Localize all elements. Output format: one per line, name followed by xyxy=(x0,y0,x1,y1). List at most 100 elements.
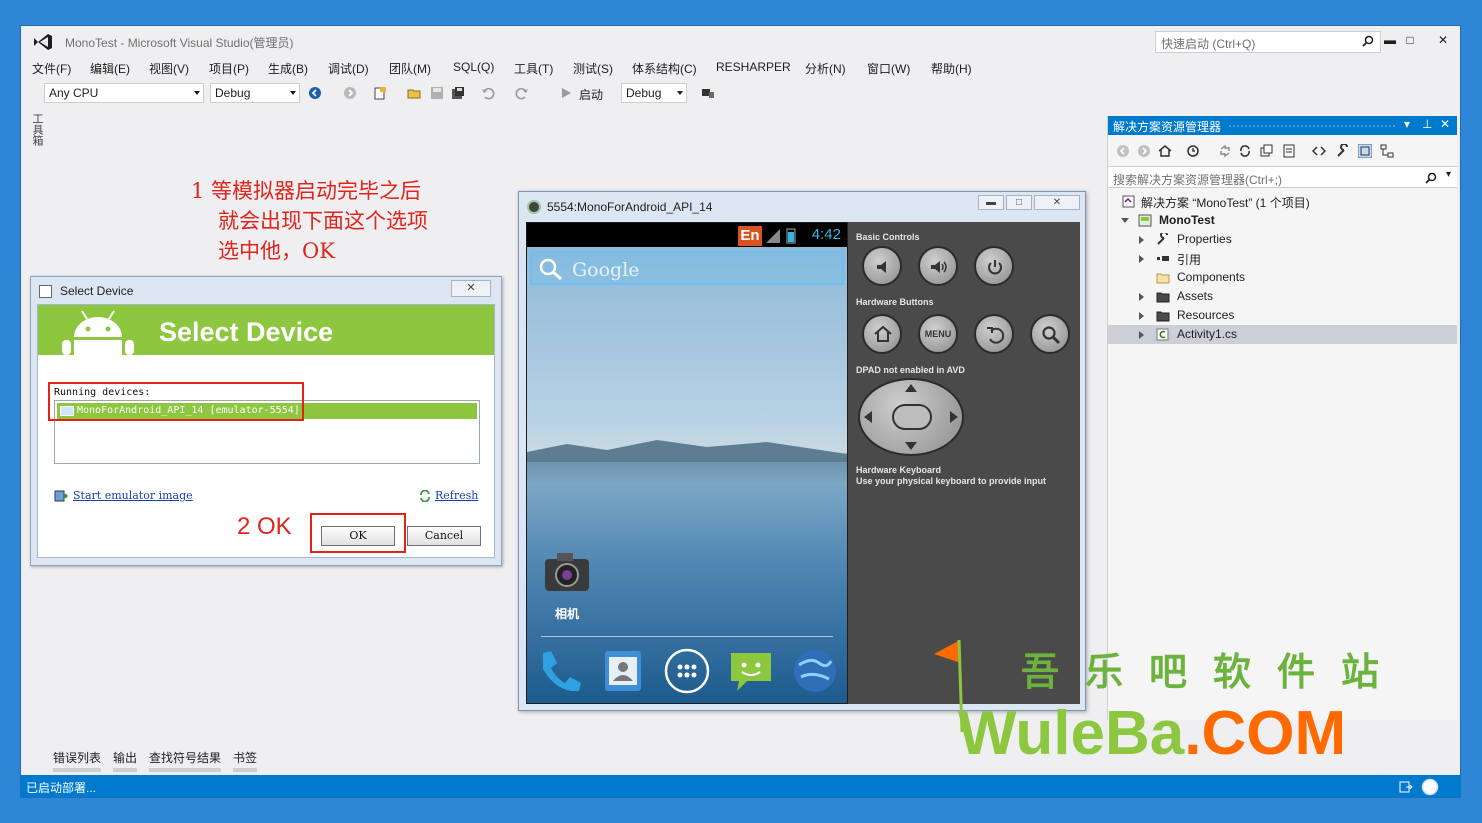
menu-test[interactable]: 测试(S) xyxy=(573,60,613,77)
menu-button[interactable]: MENU xyxy=(918,314,958,354)
phone-icon[interactable] xyxy=(535,647,583,695)
menu-help[interactable]: 帮助(H) xyxy=(931,60,972,77)
menu-analyze[interactable]: 分析(N) xyxy=(805,60,846,77)
menu-edit[interactable]: 编辑(E) xyxy=(90,60,130,77)
properties-wrench-icon[interactable] xyxy=(1336,144,1350,158)
menu-file[interactable]: 文件(F) xyxy=(32,60,71,77)
back-button[interactable] xyxy=(974,314,1014,354)
visual-studio-logo-icon xyxy=(34,34,52,50)
menu-debug[interactable]: 调试(D) xyxy=(328,60,369,77)
minimize-button[interactable]: ▬ xyxy=(1380,31,1400,49)
android-screen[interactable]: En 4:42 Google 相机 xyxy=(527,223,847,703)
menu-sql[interactable]: SQL(Q) xyxy=(453,60,494,74)
save-icon[interactable] xyxy=(430,86,444,100)
navigate-forward-icon[interactable] xyxy=(343,86,357,100)
google-search-bar[interactable]: Google xyxy=(530,251,844,285)
tree-item-references[interactable]: 引用 xyxy=(1108,249,1457,268)
menu-tools[interactable]: 工具(T) xyxy=(514,60,553,77)
close-button[interactable]: ✕ xyxy=(1433,31,1453,49)
power-button[interactable] xyxy=(974,246,1014,286)
configuration-select[interactable]: Debug xyxy=(210,83,300,103)
show-all-files-icon[interactable] xyxy=(1282,144,1296,158)
toolbox-tab[interactable]: 工具箱 xyxy=(29,113,45,153)
start-button[interactable]: 启动 xyxy=(579,86,603,103)
collapsed-triangle-icon[interactable] xyxy=(1139,331,1144,339)
panel-close-button[interactable]: ✕ xyxy=(1440,117,1450,131)
menu-architecture[interactable]: 体系结构(C) xyxy=(632,60,697,77)
ok-button[interactable]: OK xyxy=(321,526,395,546)
menu-window[interactable]: 窗口(W) xyxy=(867,60,910,77)
volume-down-button[interactable] xyxy=(862,246,902,286)
expanded-triangle-icon[interactable] xyxy=(1121,218,1129,223)
home-icon[interactable] xyxy=(1158,144,1172,158)
start-configuration-select[interactable]: Debug xyxy=(621,83,687,103)
collapsed-triangle-icon[interactable] xyxy=(1139,293,1144,301)
volume-up-button[interactable] xyxy=(918,246,958,286)
collapsed-triangle-icon[interactable] xyxy=(1139,255,1144,263)
menu-view[interactable]: 视图(V) xyxy=(149,60,189,77)
camera-icon[interactable] xyxy=(543,551,591,593)
view-code-icon[interactable] xyxy=(1312,144,1326,158)
tab-output[interactable]: 输出 xyxy=(113,749,138,772)
back-icon[interactable] xyxy=(1116,144,1130,158)
menu-resharper[interactable]: RESHARPER xyxy=(716,60,791,74)
tree-item-properties[interactable]: Properties xyxy=(1108,230,1457,249)
contacts-icon[interactable] xyxy=(599,647,647,695)
sync-icon[interactable] xyxy=(1218,144,1232,158)
tab-error-list[interactable]: 错误列表 xyxy=(53,749,102,772)
undo-icon[interactable] xyxy=(481,86,495,100)
tree-item-assets[interactable]: Assets xyxy=(1108,287,1457,306)
start-emulator-link[interactable]: Start emulator image xyxy=(73,489,193,502)
highlight-box-device xyxy=(48,382,304,421)
dialog-window-icon xyxy=(39,285,52,298)
collapsed-triangle-icon[interactable] xyxy=(1139,236,1144,244)
quick-launch-input[interactable]: 快速启动 (Ctrl+Q) xyxy=(1155,31,1381,53)
emulator-maximize-button[interactable]: □ xyxy=(1006,195,1032,210)
dpad-center-button[interactable] xyxy=(892,404,932,430)
dpad-control[interactable] xyxy=(858,378,964,456)
platform-value: Any CPU xyxy=(49,86,99,100)
tab-bookmarks[interactable]: 书签 xyxy=(233,749,258,772)
refresh-icon[interactable] xyxy=(1238,144,1252,158)
refresh-link[interactable]: Refresh xyxy=(435,489,478,502)
tree-item-project[interactable]: MonoTest xyxy=(1108,211,1457,230)
emulator-minimize-button[interactable]: ▬ xyxy=(978,195,1004,210)
class-diagram-icon[interactable] xyxy=(1380,144,1394,158)
tab-find-symbol-results[interactable]: 查找符号结果 xyxy=(149,749,222,772)
cancel-button[interactable]: Cancel xyxy=(407,526,481,546)
menu-project[interactable]: 项目(P) xyxy=(209,60,249,77)
messaging-icon[interactable] xyxy=(727,647,775,695)
preview-selected-icon[interactable] xyxy=(1358,144,1372,158)
tree-item-components[interactable]: Components xyxy=(1108,268,1457,287)
navigate-back-icon[interactable] xyxy=(308,86,322,100)
menu-build[interactable]: 生成(B) xyxy=(268,60,308,77)
tree-item-solution[interactable]: 解决方案 “MonoTest” (1 个项目) xyxy=(1108,192,1457,211)
open-file-icon[interactable] xyxy=(407,86,421,100)
collapse-all-icon[interactable] xyxy=(1260,144,1274,158)
solution-explorer-search[interactable]: 搜索解决方案资源管理器(Ctrl+;) ▾ xyxy=(1108,166,1457,188)
browser-globe-icon[interactable] xyxy=(791,647,839,695)
notification-circle-icon[interactable] xyxy=(1421,778,1439,796)
emulator-close-button[interactable]: ✕ xyxy=(1034,195,1080,210)
app-drawer-icon[interactable] xyxy=(663,647,711,695)
publish-icon[interactable] xyxy=(1399,780,1413,794)
forward-icon[interactable] xyxy=(1137,144,1151,158)
device-manager-icon[interactable] xyxy=(701,86,715,100)
maximize-button[interactable]: □ xyxy=(1400,31,1420,49)
hardware-search-button[interactable] xyxy=(1030,314,1070,354)
redo-icon[interactable] xyxy=(515,86,529,100)
panel-dropdown-button[interactable]: ▾ xyxy=(1404,117,1410,131)
platform-select[interactable]: Any CPU xyxy=(44,83,204,103)
save-all-icon[interactable] xyxy=(451,86,465,100)
pin-icon[interactable]: ⊥ xyxy=(1422,117,1432,131)
search-options-chevron-icon[interactable]: ▾ xyxy=(1446,169,1451,180)
start-play-icon[interactable] xyxy=(559,86,573,100)
collapsed-triangle-icon[interactable] xyxy=(1139,312,1144,320)
dialog-close-button[interactable]: ✕ xyxy=(451,280,491,297)
tree-item-resources[interactable]: Resources xyxy=(1108,306,1457,325)
tree-item-activity1[interactable]: Activity1.cs xyxy=(1108,325,1457,344)
new-project-icon[interactable] xyxy=(373,86,387,100)
menu-team[interactable]: 团队(M) xyxy=(389,60,431,77)
pending-changes-icon[interactable] xyxy=(1186,144,1200,158)
home-button[interactable] xyxy=(862,314,902,354)
